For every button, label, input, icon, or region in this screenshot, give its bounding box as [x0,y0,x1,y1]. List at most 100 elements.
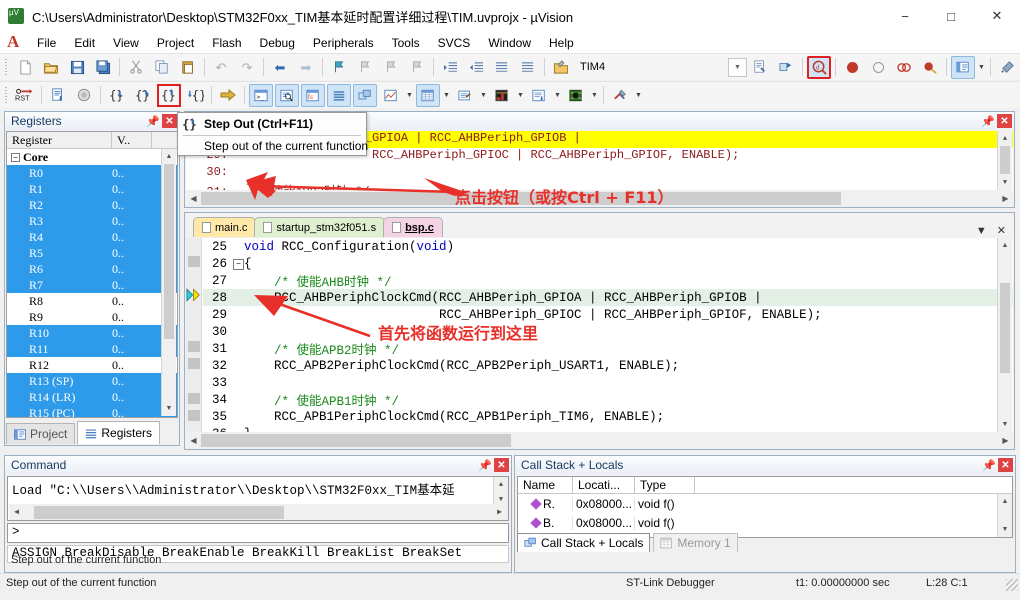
start-stop-debug-icon[interactable]: d [807,55,831,79]
register-row[interactable]: R0 0.. [7,165,177,181]
tab-project[interactable]: Project [6,423,76,444]
fold-marker[interactable]: − [233,258,244,270]
column-register[interactable]: Register [7,132,112,148]
column-type[interactable]: Type [635,477,695,493]
register-row[interactable]: R5 0.. [7,245,177,261]
run-icon[interactable] [46,84,70,107]
code-line[interactable]: 35 RCC_APB1PeriphClockCmd(RCC_APB1Periph… [203,408,1013,425]
register-row[interactable]: R4 0.. [7,229,177,245]
code-line[interactable]: 27 /* 使能AHB时钟 */ [203,272,1013,291]
column-location[interactable]: Locati... [573,477,635,493]
menu-window[interactable]: Window [479,34,540,52]
hscroll-thumb[interactable] [34,505,284,519]
debug-toolbar-grip[interactable] [4,85,10,105]
menu-help[interactable]: Help [540,34,583,52]
call-stack-window-icon[interactable] [353,83,377,107]
register-row[interactable]: R9 0.. [7,309,177,325]
scroll-thumb[interactable] [164,164,174,339]
tab-registers[interactable]: Registers [77,421,161,444]
stop-icon[interactable] [72,84,96,107]
pin-icon[interactable]: 📌 [982,458,996,472]
register-row[interactable]: R15 (PC) 0.. [7,405,177,417]
editor-scrollbar[interactable]: ▲ ▼ [997,238,1012,432]
code-line[interactable]: 33 [203,374,1013,391]
call-stack-scrollbar[interactable]: ▲ ▼ [997,494,1012,537]
code-line[interactable]: 32 RCC_APB2PeriphClockCmd(RCC_APB2Periph… [203,357,1013,374]
collapse-icon[interactable]: − [11,153,20,163]
undo-icon[interactable]: ↶ [209,56,233,79]
scroll-down-icon[interactable]: ▼ [162,401,176,416]
pin-icon[interactable]: 📌 [146,114,160,128]
save-icon[interactable] [65,56,89,79]
scroll-up-icon[interactable]: ▲ [998,238,1012,253]
code-line[interactable]: 29 RCC_AHBPeriph_GPIOC | RCC_AHBPeriph_G… [203,306,1013,323]
insert-breakpoint-icon[interactable] [840,56,864,79]
navigate-forward-icon[interactable]: ➡ [294,56,318,79]
serial-windows-dropdown[interactable]: ▼ [478,84,489,107]
register-row[interactable]: R13 (SP) 0.. [7,373,177,389]
menu-view[interactable]: View [104,34,148,52]
watch-windows-icon[interactable] [379,84,403,107]
scroll-left-icon[interactable]: ◀ [186,433,201,448]
bookmark-toggle-icon[interactable] [327,56,351,79]
register-row[interactable]: R6 0.. [7,261,177,277]
table-row[interactable]: B. 0x08000... void f() [518,513,1012,532]
analysis-windows-icon[interactable] [490,84,514,107]
table-row[interactable]: R. 0x08000... void f() [518,494,1012,513]
target-options-icon[interactable] [549,56,573,79]
pin-icon[interactable]: 📌 [981,114,995,128]
editor-tab-startup-s[interactable]: startup_stm32f051.s [254,217,386,237]
tab-list-dropdown-icon[interactable]: ▼ [976,225,987,237]
registers-window-icon[interactable] [327,83,351,107]
target-select-dropdown[interactable]: ▼ [728,57,747,77]
menu-svcs[interactable]: SVCS [429,34,480,52]
scroll-up-icon[interactable]: ▲ [494,477,508,492]
minimize-button[interactable]: − [882,0,928,32]
registers-scrollbar[interactable]: ▲ ▼ [161,149,176,416]
step-into-icon[interactable]: {} [105,84,129,107]
scroll-down-icon[interactable]: ▼ [998,417,1012,432]
code-line[interactable]: 36} [203,425,1013,433]
code-line[interactable]: 30 [203,323,1013,340]
uncomment-icon[interactable] [516,56,540,79]
indent-icon[interactable] [438,56,462,79]
scroll-left-icon[interactable]: ◀ [9,505,24,520]
column-name[interactable]: Name [518,477,573,493]
scroll-thumb[interactable] [1000,146,1010,174]
scroll-up-icon[interactable]: ▲ [162,149,176,164]
copy-icon[interactable] [150,56,174,79]
show-next-statement-icon[interactable] [216,84,240,107]
system-viewer-icon[interactable] [564,84,588,107]
open-file-icon[interactable] [39,56,63,79]
editor-gutter[interactable] [186,238,202,432]
disassembly-window-icon[interactable] [275,83,299,107]
toolbar-grip[interactable] [4,57,10,77]
system-viewer-dropdown[interactable]: ▼ [589,84,600,107]
save-all-icon[interactable] [91,56,115,79]
scroll-left-icon[interactable]: ◀ [186,191,201,206]
scroll-right-icon[interactable]: ▶ [998,433,1013,448]
register-row[interactable]: R8 0.. [7,293,177,309]
step-over-icon[interactable]: {} [131,84,155,107]
step-out-icon[interactable]: {} [157,83,181,107]
maximize-button[interactable]: □ [928,0,974,32]
code-line[interactable]: 26−{ [203,255,1013,272]
kill-all-breakpoints-icon[interactable] [892,56,916,79]
cut-icon[interactable] [124,56,148,79]
hscroll-thumb[interactable] [201,433,511,447]
editor-tab-bsp-c[interactable]: bsp.c [383,217,443,237]
trace-windows-dropdown[interactable]: ▼ [552,84,563,107]
bookmark-next-icon[interactable] [379,56,403,79]
disable-all-breakpoints-icon[interactable] [918,56,942,79]
command-input[interactable]: > [7,523,509,543]
register-row[interactable]: R2 0.. [7,197,177,213]
menu-file[interactable]: File [28,34,65,52]
manage-components-icon[interactable] [774,56,798,79]
bookmark-prev-icon[interactable] [353,56,377,79]
command-output[interactable]: Load "C:\\Users\\Administrator\\Desktop\… [7,476,509,521]
close-icon[interactable]: ✕ [494,458,509,472]
hscroll-track[interactable] [201,432,998,448]
editor-hscrollbar[interactable]: ◀ ▶ [186,432,1013,448]
code-line[interactable]: 25 void RCC_Configuration(void) [203,238,1013,255]
close-tab-icon[interactable]: ✕ [997,224,1006,237]
